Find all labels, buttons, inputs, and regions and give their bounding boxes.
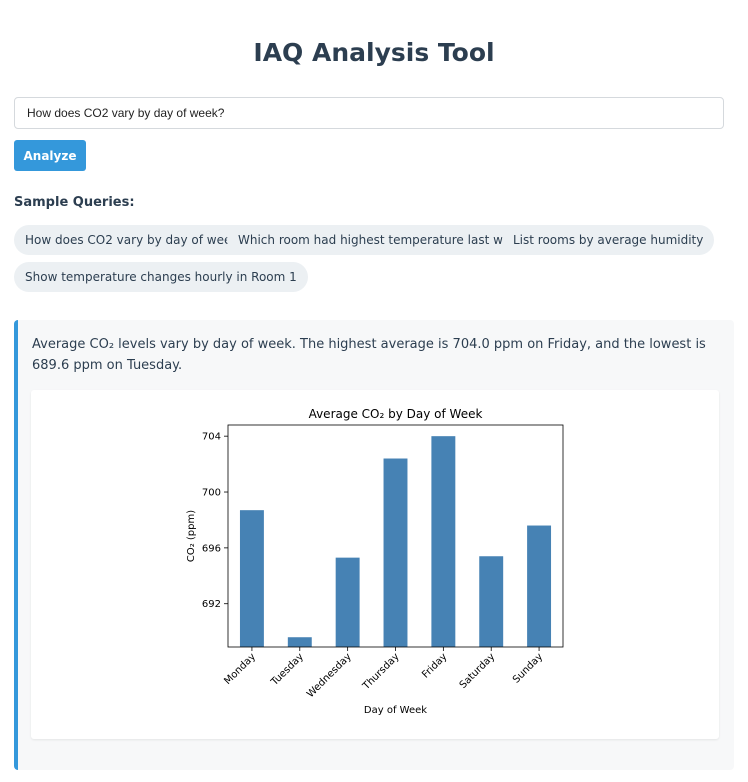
x-tick-label: Thursday xyxy=(360,651,401,692)
chart-card: Average CO₂ by Day of Week 692 696 700 704 Mo… xyxy=(31,390,719,739)
x-tick-label: Friday xyxy=(420,651,449,680)
bar xyxy=(479,556,504,647)
x-tick-label: Saturday xyxy=(458,651,498,691)
x-tick-label: Sunday xyxy=(511,651,545,685)
sample-query-chip[interactable]: How does CO2 vary by day of week? xyxy=(14,225,256,255)
y-tick-label: 692 xyxy=(202,599,221,610)
sample-query-chip[interactable]: List rooms by average humidity xyxy=(502,225,715,255)
x-tick-label: Wednesday xyxy=(305,651,354,700)
bar xyxy=(335,557,360,647)
result-summary: Average CO₂ levels vary by day of week. … xyxy=(32,337,706,373)
page-title: IAQ Analysis Tool xyxy=(253,38,495,67)
bar xyxy=(527,525,552,647)
analyze-button[interactable]: Analyze xyxy=(14,140,86,171)
bar xyxy=(431,436,456,647)
y-tick-label: 696 xyxy=(202,543,221,554)
chart-title: Average CO₂ by Day of Week xyxy=(309,407,483,421)
x-axis-label: Day of Week xyxy=(364,705,427,716)
y-tick-label: 704 xyxy=(202,432,221,443)
bar-chart: Average CO₂ by Day of Week 692 696 700 704 Mo… xyxy=(186,407,564,716)
result-panel: Average CO₂ levels vary by day of week. … xyxy=(14,320,734,770)
sample-query-chip[interactable]: Show temperature changes hourly in Room … xyxy=(14,262,308,292)
y-tick-label: 700 xyxy=(202,488,221,499)
bar xyxy=(287,637,312,647)
bar xyxy=(239,510,264,647)
bar xyxy=(383,458,408,647)
query-input[interactable] xyxy=(14,97,724,129)
y-axis-label: CO₂ (ppm) xyxy=(186,510,197,562)
sample-queries-heading: Sample Queries: xyxy=(14,195,135,210)
x-tick-label: Tuesday xyxy=(269,651,306,688)
x-tick-label: Monday xyxy=(222,651,258,687)
sample-query-chip[interactable]: Which room had highest temperature last … xyxy=(227,225,542,255)
